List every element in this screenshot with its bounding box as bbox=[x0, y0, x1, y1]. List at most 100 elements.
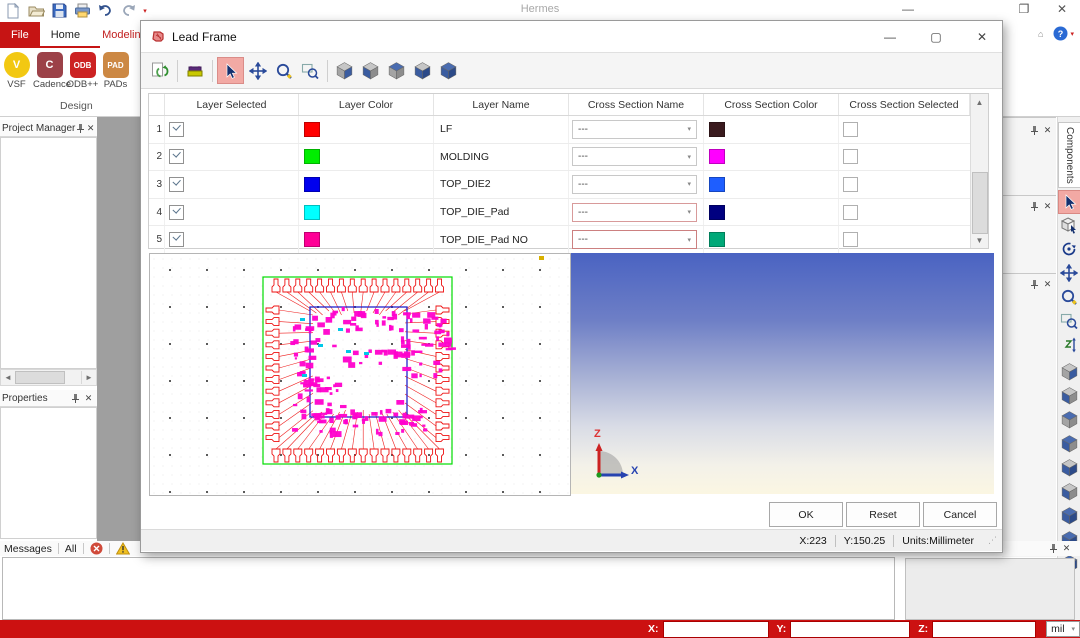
cross-section-color-swatch[interactable] bbox=[709, 232, 725, 247]
cross-section-selected-checkbox[interactable] bbox=[843, 232, 858, 247]
tab-all[interactable]: All bbox=[65, 543, 77, 555]
cross-section-dropdown[interactable]: ---▾ bbox=[572, 230, 697, 249]
pin-icon[interactable] bbox=[69, 392, 82, 405]
view-cube-button[interactable] bbox=[358, 58, 383, 83]
view-cube-button[interactable] bbox=[1058, 384, 1080, 406]
pan-button[interactable] bbox=[245, 58, 270, 83]
errors-filter-icon[interactable] bbox=[90, 542, 103, 555]
dialog-maximize-button[interactable]: ▢ bbox=[922, 27, 950, 47]
layer-color-swatch[interactable] bbox=[304, 205, 320, 220]
iso-cube-button[interactable] bbox=[436, 58, 461, 83]
window-minimize-button[interactable]: — bbox=[898, 2, 918, 16]
dialog-minimize-button[interactable]: — bbox=[876, 27, 904, 47]
layer-name-cell[interactable]: TOP_DIE_Pad NO bbox=[434, 226, 569, 253]
cube-select-button[interactable] bbox=[1058, 214, 1080, 236]
rotate-view-button[interactable] bbox=[1058, 238, 1080, 260]
close-icon[interactable]: ✕ bbox=[82, 392, 95, 405]
pin-icon[interactable] bbox=[1028, 124, 1041, 137]
save-icon[interactable] bbox=[49, 2, 69, 20]
column-header[interactable] bbox=[149, 94, 165, 115]
select-tool-button[interactable] bbox=[1058, 190, 1080, 214]
tab-home[interactable]: Home bbox=[40, 22, 91, 47]
view-cube-button[interactable] bbox=[1058, 360, 1080, 382]
table-vscrollbar[interactable]: ▲ ▼ bbox=[970, 94, 988, 248]
undo-icon[interactable] bbox=[95, 2, 115, 20]
window-restore-button[interactable]: ❐ bbox=[1014, 2, 1034, 16]
zoom-window-button[interactable] bbox=[297, 58, 322, 83]
pin-icon[interactable] bbox=[75, 122, 86, 135]
open-file-icon[interactable] bbox=[26, 2, 46, 20]
scroll-up-icon[interactable]: ▲ bbox=[971, 94, 988, 110]
layer-name-cell[interactable]: TOP_DIE_Pad bbox=[434, 199, 569, 226]
ribbon-app-pads[interactable]: PADPADs bbox=[99, 50, 132, 90]
select-tool-button[interactable] bbox=[217, 57, 244, 84]
layer-color-swatch[interactable] bbox=[304, 122, 320, 137]
warnings-filter-icon[interactable] bbox=[116, 542, 130, 555]
view-cube-button[interactable] bbox=[1058, 432, 1080, 454]
scroll-down-icon[interactable]: ▼ bbox=[971, 232, 988, 248]
column-header[interactable]: Layer Color bbox=[299, 94, 434, 115]
scroll-thumb[interactable] bbox=[972, 172, 988, 234]
view-cube-button[interactable] bbox=[1058, 480, 1080, 502]
project-manager-tree[interactable] bbox=[0, 137, 97, 369]
ok-button[interactable]: OK bbox=[769, 502, 843, 527]
pin-icon[interactable] bbox=[1028, 200, 1041, 213]
cross-section-dropdown[interactable]: ---▾ bbox=[572, 175, 697, 194]
close-icon[interactable]: ✕ bbox=[86, 122, 95, 135]
scroll-thumb[interactable] bbox=[15, 371, 65, 384]
reload-button[interactable] bbox=[147, 58, 172, 83]
leadframe-tool-button[interactable] bbox=[182, 58, 207, 83]
column-header[interactable]: Cross Section Name bbox=[569, 94, 704, 115]
print-icon[interactable] bbox=[72, 2, 92, 20]
bottom-right-panel[interactable] bbox=[905, 558, 1075, 620]
leadframe-3d-view[interactable]: Z X bbox=[571, 253, 994, 494]
view-cube-button[interactable] bbox=[1058, 408, 1080, 430]
cross-section-selected-checkbox[interactable] bbox=[843, 205, 858, 220]
layer-color-swatch[interactable] bbox=[304, 177, 320, 192]
column-header[interactable]: Cross Section Selected bbox=[839, 94, 970, 115]
ribbon-app-vsf[interactable]: VVSF bbox=[0, 50, 33, 90]
layer-name-cell[interactable]: TOP_DIE2 bbox=[434, 171, 569, 198]
window-close-button[interactable]: ✕ bbox=[1052, 2, 1072, 16]
cross-section-selected-checkbox[interactable] bbox=[843, 177, 858, 192]
view-cube-button[interactable] bbox=[332, 58, 357, 83]
view-cube-button[interactable] bbox=[384, 58, 409, 83]
zoom-window-button[interactable] bbox=[1058, 310, 1080, 332]
close-icon[interactable]: ✕ bbox=[1041, 278, 1054, 291]
tab-messages[interactable]: Messages bbox=[4, 543, 52, 555]
close-icon[interactable]: ✕ bbox=[1060, 542, 1073, 555]
layer-selected-checkbox[interactable] bbox=[169, 149, 184, 164]
reset-button[interactable]: Reset bbox=[846, 502, 920, 527]
cross-section-dropdown[interactable]: ---▾ bbox=[572, 120, 697, 139]
new-file-icon[interactable] bbox=[3, 2, 23, 20]
cross-section-color-swatch[interactable] bbox=[709, 177, 725, 192]
cross-section-color-swatch[interactable] bbox=[709, 149, 725, 164]
layer-name-cell[interactable]: MOLDING bbox=[434, 144, 569, 171]
z-coord-input[interactable] bbox=[932, 621, 1036, 638]
layer-name-cell[interactable]: LF bbox=[434, 116, 569, 143]
y-coord-input[interactable] bbox=[790, 621, 910, 638]
cross-section-selected-checkbox[interactable] bbox=[843, 149, 858, 164]
messages-output[interactable] bbox=[2, 557, 895, 620]
iso-cube-button[interactable] bbox=[1058, 504, 1080, 526]
scroll-left-icon[interactable]: ◄ bbox=[1, 371, 15, 384]
cross-section-color-swatch[interactable] bbox=[709, 122, 725, 137]
column-header[interactable]: Cross Section Color bbox=[704, 94, 839, 115]
zoom-button[interactable] bbox=[271, 58, 296, 83]
layer-selected-checkbox[interactable] bbox=[169, 205, 184, 220]
properties-body[interactable] bbox=[0, 407, 97, 539]
dialog-close-button[interactable]: ✕ bbox=[968, 27, 996, 47]
resize-grip[interactable]: ⋰ bbox=[988, 535, 998, 546]
pin-icon[interactable] bbox=[1047, 542, 1060, 555]
close-icon[interactable]: ✕ bbox=[1041, 200, 1054, 213]
scroll-right-icon[interactable]: ► bbox=[81, 371, 96, 384]
cross-section-selected-checkbox[interactable] bbox=[843, 122, 858, 137]
leadframe-2d-view[interactable] bbox=[149, 253, 571, 496]
quickbar-dropdown-icon[interactable]: ▾ bbox=[141, 2, 149, 20]
redo-icon[interactable] bbox=[118, 2, 138, 20]
cross-section-dropdown[interactable]: ---▾ bbox=[572, 147, 697, 166]
help-icon[interactable]: ? bbox=[1053, 26, 1068, 41]
dialog-title-bar[interactable]: Lead Frame — ▢ ✕ bbox=[141, 21, 1002, 52]
view-cube-button[interactable] bbox=[1058, 456, 1080, 478]
pin-icon[interactable] bbox=[1028, 278, 1041, 291]
